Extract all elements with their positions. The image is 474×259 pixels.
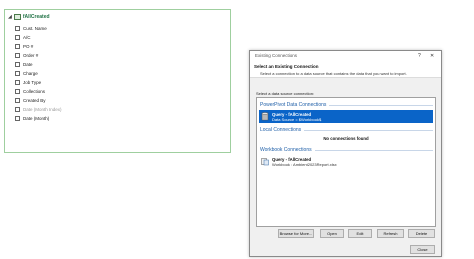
connection-list-label: Select a data source connection: <box>256 91 315 96</box>
field-label: A/C <box>23 34 31 40</box>
field-checkbox[interactable] <box>15 52 20 58</box>
connection-item-powerpivot-query[interactable]: Query - fAllCreated Data Source = $Workb… <box>259 110 433 123</box>
field-checkbox[interactable] <box>15 97 20 103</box>
dialog-header: Select an Existing Connection Select a c… <box>250 60 441 78</box>
section-rule <box>304 129 433 131</box>
section-label: Workbook Connections <box>260 147 312 153</box>
field-item[interactable]: PO # <box>15 43 33 49</box>
field-checkbox[interactable] <box>15 25 20 31</box>
field-checkbox[interactable] <box>15 43 20 49</box>
browse-for-more-button[interactable]: Browse for More... <box>278 229 314 238</box>
field-item[interactable]: Order # <box>15 52 38 58</box>
refresh-button[interactable]: Refresh <box>377 229 404 238</box>
section-workbook: Workbook Connections <box>257 145 435 155</box>
header-subtitle: Select a connection to a data source tha… <box>260 71 407 76</box>
delete-button[interactable]: Delete <box>408 229 435 238</box>
close-icon[interactable]: ✕ <box>430 53 434 59</box>
table-header[interactable]: ◢ fAllCreated <box>8 13 50 21</box>
no-connections-text: No connections found <box>323 136 369 141</box>
table-name: fAllCreated <box>22 14 50 20</box>
connection-source: Data Source = $Workbook$ <box>272 117 322 122</box>
field-checkbox[interactable] <box>15 106 20 112</box>
section-rule <box>329 104 433 106</box>
field-label: Date <box>23 61 33 67</box>
help-icon[interactable]: ? <box>418 53 421 59</box>
connection-icon <box>261 158 269 166</box>
field-item[interactable]: Created By <box>15 97 46 103</box>
field-label: PO # <box>23 43 34 49</box>
field-checkbox[interactable] <box>15 34 20 40</box>
existing-connections-dialog: Existing Connections ? ✕ Select an Exist… <box>249 50 442 257</box>
close-button[interactable]: Close <box>410 245 435 254</box>
field-checkbox[interactable] <box>15 115 20 121</box>
field-label: Collections <box>23 88 46 94</box>
section-powerpivot: PowerPivot Data Connections <box>257 100 435 110</box>
field-label: Cust. Name <box>23 25 47 31</box>
connection-list[interactable]: PowerPivot Data Connections Query - fAll… <box>256 97 436 227</box>
database-icon <box>261 112 269 121</box>
field-checkbox[interactable] <box>15 61 20 67</box>
section-label: Local Connections <box>260 127 302 133</box>
field-label: Created By <box>23 97 46 103</box>
dialog-title: Existing Connections <box>255 53 298 58</box>
section-label: PowerPivot Data Connections <box>260 102 327 108</box>
field-item[interactable]: A/C <box>15 34 31 40</box>
field-item[interactable]: Job Type <box>15 79 41 85</box>
field-item[interactable]: Cust. Name <box>15 25 47 31</box>
field-label: Charge <box>23 70 38 76</box>
field-item[interactable]: Date <box>15 61 33 67</box>
header-title: Select an Existing Connection <box>254 64 319 69</box>
field-item[interactable]: Date (Month) <box>15 115 49 121</box>
field-label: Order # <box>23 52 39 58</box>
field-item[interactable]: Collections <box>15 88 45 94</box>
open-button[interactable]: Open <box>320 229 344 238</box>
collapse-triangle-icon[interactable]: ◢ <box>8 14 12 20</box>
connection-item-workbook-query[interactable]: Query - fAllCreated Workbook : Ambient20… <box>259 155 433 168</box>
edit-button[interactable]: Edit <box>348 229 372 238</box>
field-label: Job Type <box>23 79 42 85</box>
pivot-field-list: ◢ fAllCreated Cust. Name A/C PO # Order … <box>4 9 231 153</box>
field-label: Date (Month Index) <box>23 106 62 112</box>
table-icon <box>13 14 21 20</box>
field-item[interactable]: Date (Month Index) <box>15 106 62 112</box>
section-local: Local Connections <box>257 125 435 135</box>
field-checkbox[interactable] <box>15 88 20 94</box>
field-checkbox[interactable] <box>15 79 20 85</box>
field-label: Date (Month) <box>23 115 50 121</box>
section-rule <box>314 149 433 151</box>
field-checkbox[interactable] <box>15 70 20 76</box>
field-item[interactable]: Charge <box>15 70 38 76</box>
connection-source: Workbook : Ambient2023Report.xlsx <box>272 162 337 167</box>
dialog-titlebar[interactable]: Existing Connections ? ✕ <box>250 51 441 60</box>
